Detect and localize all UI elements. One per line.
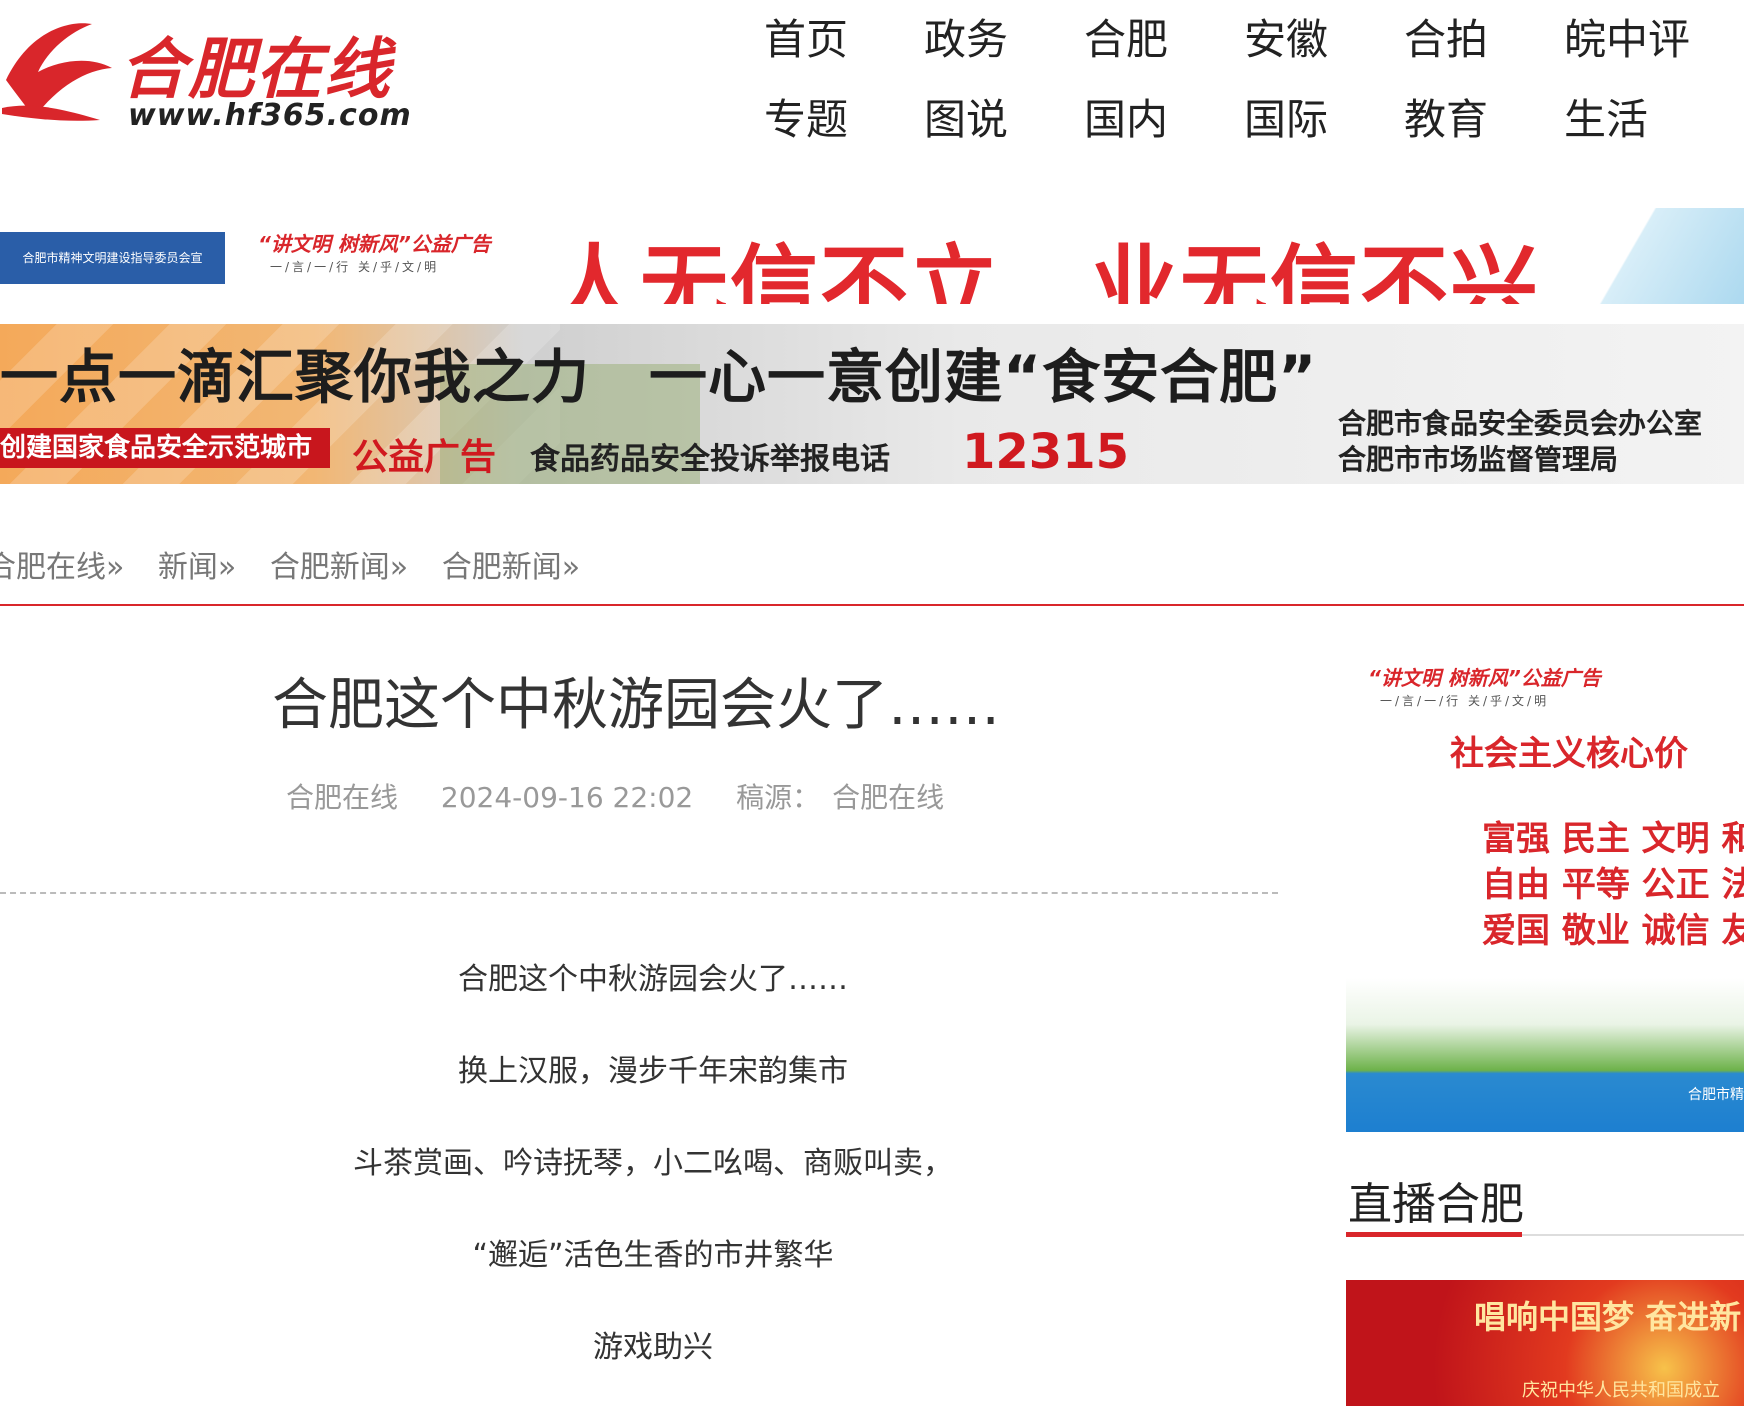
nav-domestic[interactable]: 国内	[1084, 86, 1168, 147]
article-paragraph: 游戏助兴	[593, 1330, 713, 1365]
sidebar-ad-tag: “讲文明 树新风”公益广告	[1368, 666, 1601, 690]
article-datetime: 2024-09-16 22:02	[440, 781, 694, 814]
sidebar-ad-org: 合肥市精	[1688, 1087, 1744, 1103]
banner-org-1: 合肥市食品安全委员会办公室	[1338, 407, 1703, 440]
banner-ad-integrity[interactable]: 合肥市精神文明建设指导委员会宣 “讲文明 树新风”公益广告 一/言/一/行 关/…	[0, 208, 1744, 304]
banner-public-ad-label: 公益广告	[352, 437, 497, 478]
live-section-rule-accent	[1346, 1232, 1522, 1237]
sidebar-ad-cityscape	[1346, 978, 1744, 1132]
header-divider	[0, 604, 1744, 606]
banner-red-tag: 创建国家食品安全示范城市	[0, 428, 331, 468]
site-logo[interactable]: 合肥在线 www.hf365.com	[0, 10, 460, 135]
nav-hepai[interactable]: 合拍	[1404, 6, 1488, 67]
banner-org-2: 合肥市市场监督管理局	[1338, 443, 1619, 476]
article-paragraph: 合肥这个中秋游园会火了……	[458, 962, 848, 997]
article-body: 合肥这个中秋游园会火了…… 换上汉服，漫步千年宋韵集市 斗茶赏画、吟诗抚琴，小二…	[0, 960, 1306, 1420]
breadcrumb-hefei-news-current[interactable]: 合肥新闻»	[442, 550, 580, 585]
breadcrumb-hefei-news[interactable]: 合肥新闻»	[270, 550, 408, 585]
banner-hotline-number: 12315	[962, 424, 1129, 480]
banner-tagline-sub: 一/言/一/行 关/乎/文/明	[270, 260, 440, 274]
sidebar-ad-values-line: 爱国 敬业 诚信 友	[1482, 911, 1744, 951]
live-thumbnail-title: 唱响中国梦 奋进新	[1474, 1298, 1742, 1336]
sidebar-ad-tag-sub: 一/言/一/行 关/乎/文/明	[1380, 694, 1550, 708]
article-title: 合肥这个中秋游园会火了……	[272, 673, 1000, 738]
article-paragraph: 换上汉服，漫步千年宋韵集市	[458, 1054, 848, 1089]
nav-commentary[interactable]: 皖中评	[1564, 6, 1690, 67]
logo-swoosh-icon	[2, 23, 112, 121]
live-thumbnail[interactable]: 唱响中国梦 奋进新 庆祝中华人民共和国成立	[1346, 1280, 1744, 1406]
nav-education[interactable]: 教育	[1404, 86, 1488, 147]
nav-topics[interactable]: 专题	[764, 86, 848, 147]
article-paragraph: 斗茶赏画、吟诗抚琴，小二吆喝、商贩叫卖，	[353, 1146, 953, 1181]
breadcrumb: 合肥在线» 新闻» 合肥新闻» 合肥新闻»	[0, 542, 604, 586]
sidebar-ad-values: 富强 民主 文明 和 自由 平等 公正 法 爱国 敬业 诚信 友	[1482, 816, 1744, 954]
live-thumbnail-sub: 庆祝中华人民共和国成立	[1522, 1380, 1720, 1401]
nav-life[interactable]: 生活	[1564, 86, 1648, 147]
nav-hefei[interactable]: 合肥	[1084, 6, 1168, 67]
article-paragraph: “邂逅”活色生香的市井繁华	[472, 1238, 834, 1273]
article-source: 合肥在线	[832, 781, 945, 814]
sidebar-ad-values-line: 富强 民主 文明 和	[1482, 819, 1744, 859]
sidebar-ad-core-values[interactable]: “讲文明 树新风”公益广告 一/言/一/行 关/乎/文/明 社会主义核心价 富强…	[1346, 646, 1744, 1132]
banner-org-label: 合肥市精神文明建设指导委员会宣	[0, 232, 225, 284]
banner-decoration	[1590, 208, 1744, 304]
article-author: 合肥在线	[286, 781, 399, 814]
article-source-label: 稿源：	[736, 781, 821, 814]
nav-international[interactable]: 国际	[1244, 86, 1328, 147]
banner-slogan: 人无信不立 业无信不兴	[550, 235, 1541, 304]
article-meta: 合肥在线 2024-09-16 22:02 稿源： 合肥在线	[286, 776, 978, 816]
live-section-title: 直播合肥	[1348, 1179, 1524, 1230]
nav-government[interactable]: 政务	[924, 6, 1008, 67]
nav-photos[interactable]: 图说	[924, 86, 1008, 147]
banner-ad-food-safety[interactable]: 一点一滴汇聚你我之力 一心一意创建“食安合肥” 创建国家食品安全示范城市 公益广…	[0, 324, 1744, 484]
article-divider	[0, 892, 1278, 894]
banner-headline: 一点一滴汇聚你我之力 一心一意创建“食安合肥”	[0, 343, 1318, 411]
sidebar-ad-values-line: 自由 平等 公正 法	[1482, 865, 1744, 905]
breadcrumb-home[interactable]: 合肥在线»	[0, 550, 124, 585]
nav-anhui[interactable]: 安徽	[1244, 6, 1328, 67]
breadcrumb-news[interactable]: 新闻»	[158, 550, 236, 585]
banner-tagline: “讲文明 树新风”公益广告	[258, 232, 491, 256]
nav-home[interactable]: 首页	[764, 6, 848, 67]
sidebar-ad-core: 社会主义核心价	[1450, 734, 1688, 774]
banner-hotline-label: 食品药品安全投诉举报电话	[530, 442, 890, 477]
logo-url: www.hf365.com	[128, 98, 412, 133]
